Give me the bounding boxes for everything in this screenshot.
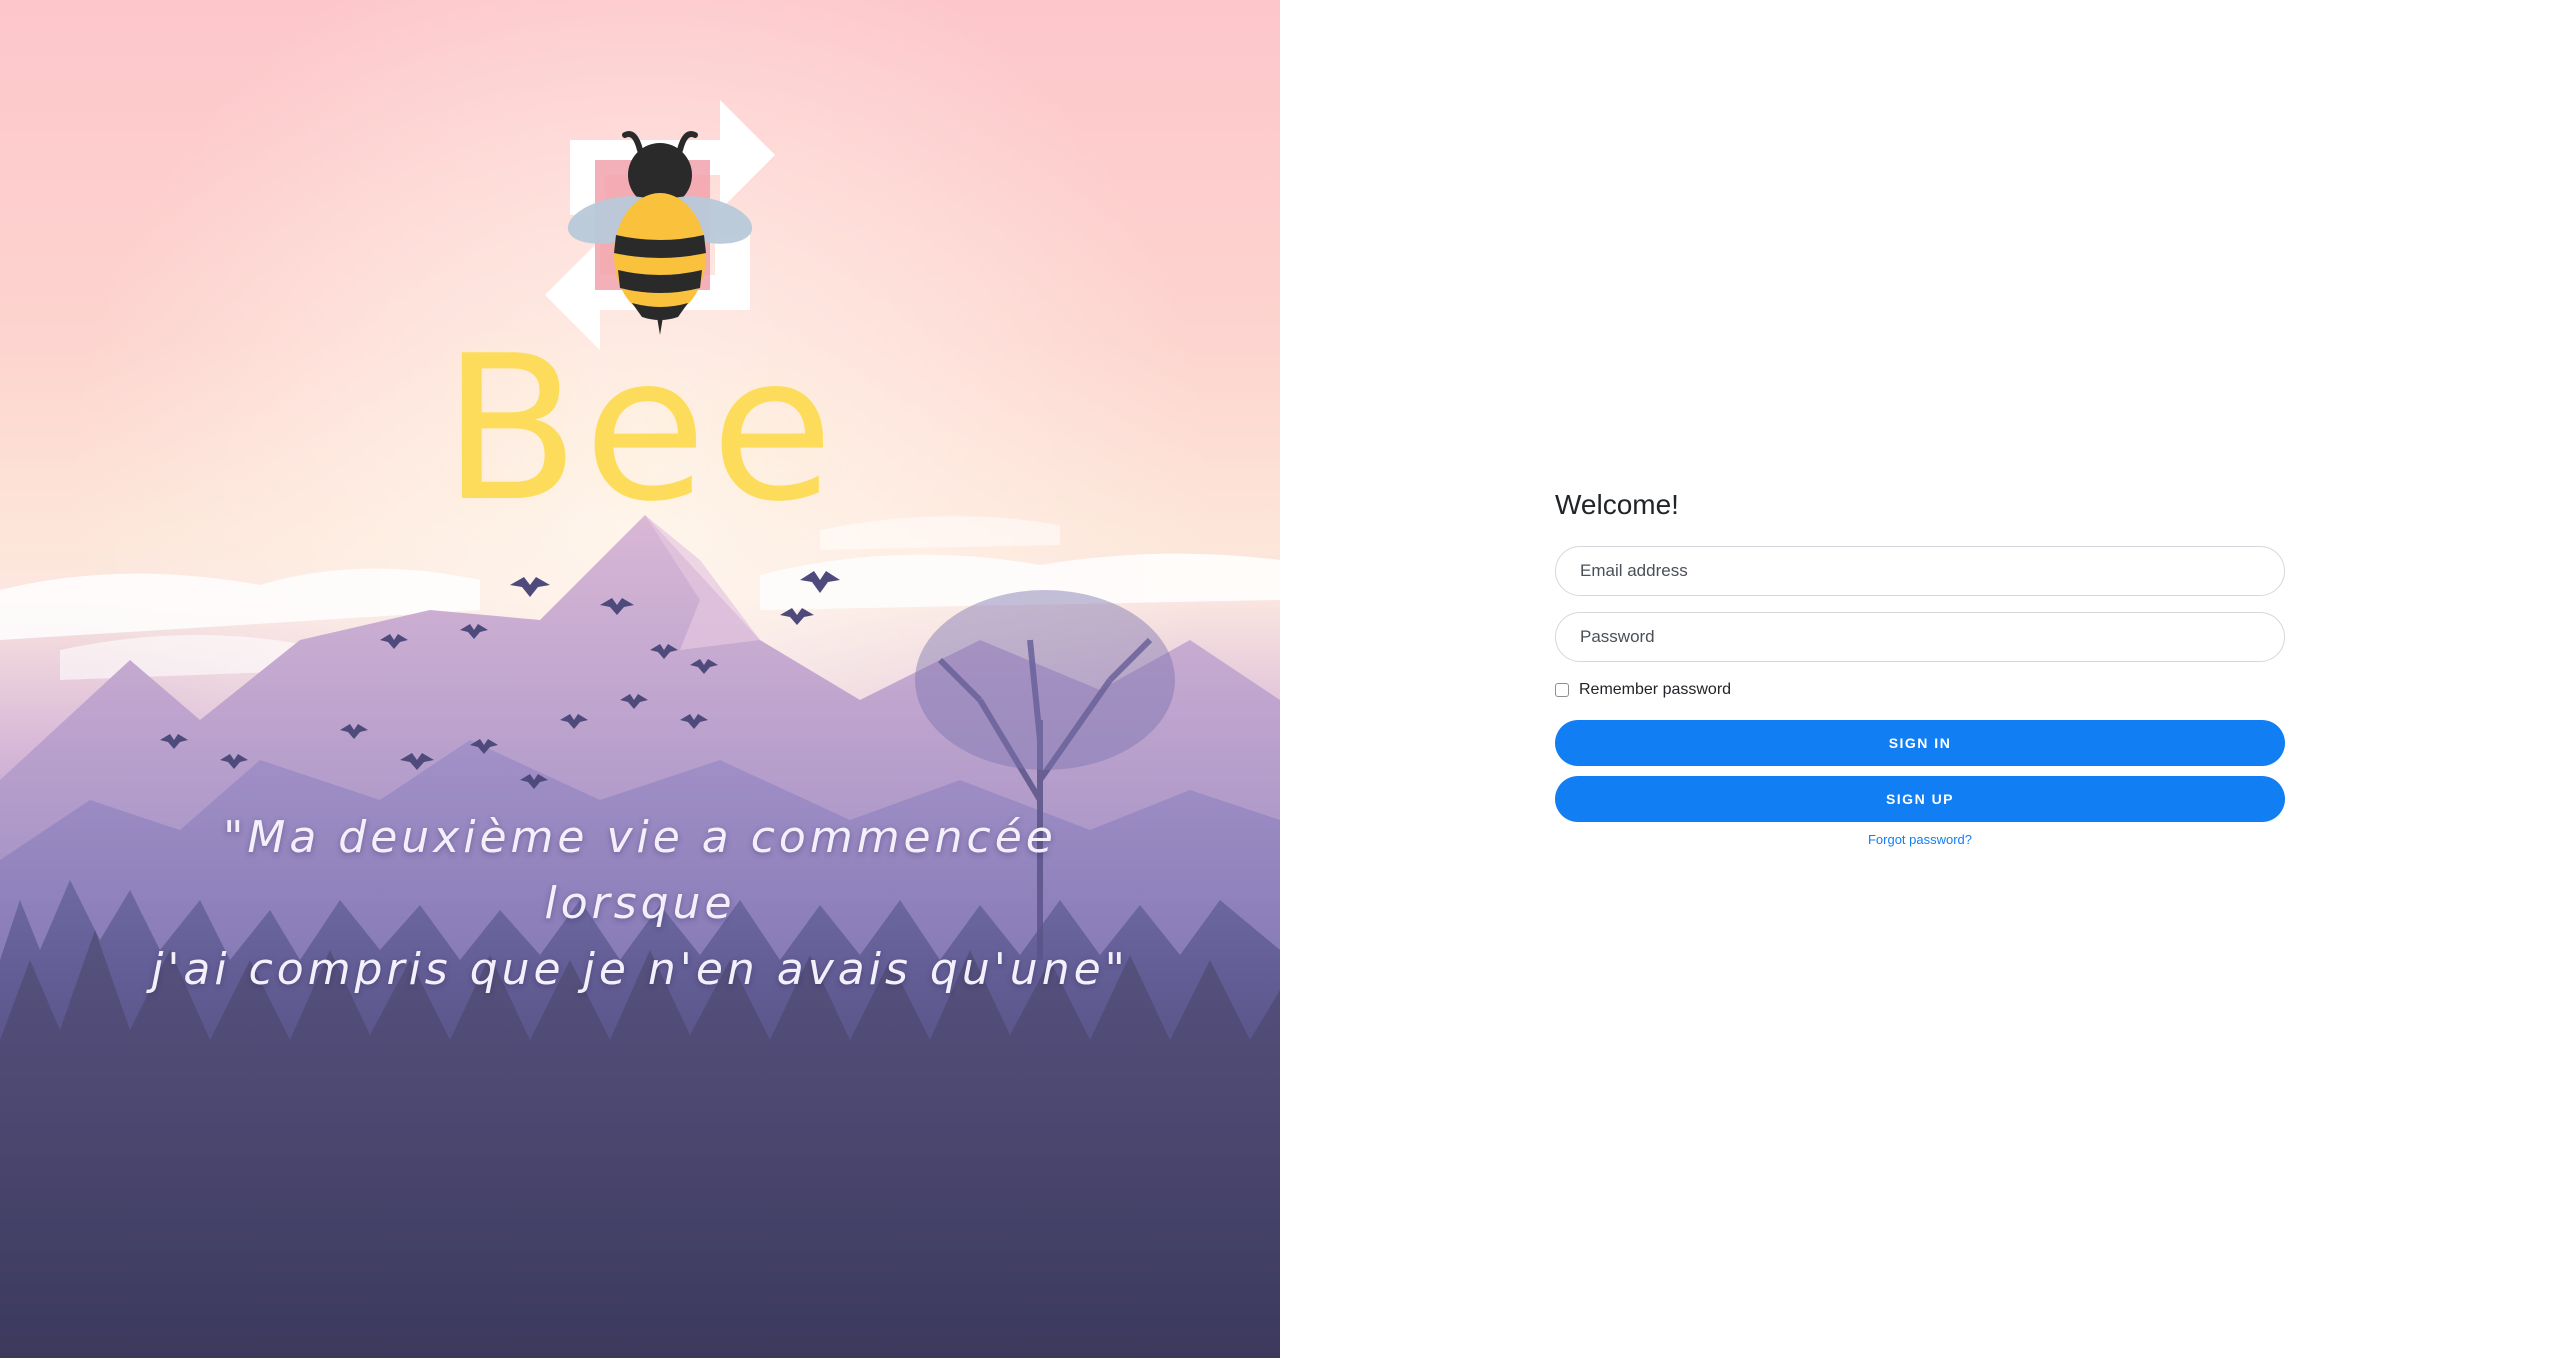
welcome-title: Welcome! bbox=[1555, 489, 1679, 520]
remember-password-checkbox[interactable] bbox=[1555, 683, 1569, 697]
login-page: Bee "Ma deuxième vie a commencée lorsque… bbox=[0, 0, 2560, 1358]
quote-line-2: j'ai compris que je n'en avais qu'une" bbox=[151, 944, 1129, 995]
hero-quote: "Ma deuxième vie a commencée lorsque j'a… bbox=[140, 805, 1140, 1003]
password-input[interactable] bbox=[1555, 612, 2285, 662]
auth-panel: Welcome! Remember password SIGN IN SIGN … bbox=[1280, 0, 2560, 1358]
remember-password-row[interactable]: Remember password bbox=[1555, 678, 2285, 702]
login-form: Welcome! Remember password SIGN IN SIGN … bbox=[1555, 488, 2285, 847]
sign-in-button[interactable]: SIGN IN bbox=[1555, 720, 2285, 766]
brand-title: Bee bbox=[442, 313, 838, 546]
quote-line-1: "Ma deuxième vie a commencée lorsque bbox=[223, 812, 1057, 929]
email-input[interactable] bbox=[1555, 546, 2285, 596]
sign-up-button[interactable]: SIGN UP bbox=[1555, 776, 2285, 822]
forgot-password-link[interactable]: Forgot password? bbox=[1555, 832, 2285, 847]
remember-password-label: Remember password bbox=[1579, 681, 1732, 698]
hero-panel: Bee "Ma deuxième vie a commencée lorsque… bbox=[0, 0, 1280, 1358]
